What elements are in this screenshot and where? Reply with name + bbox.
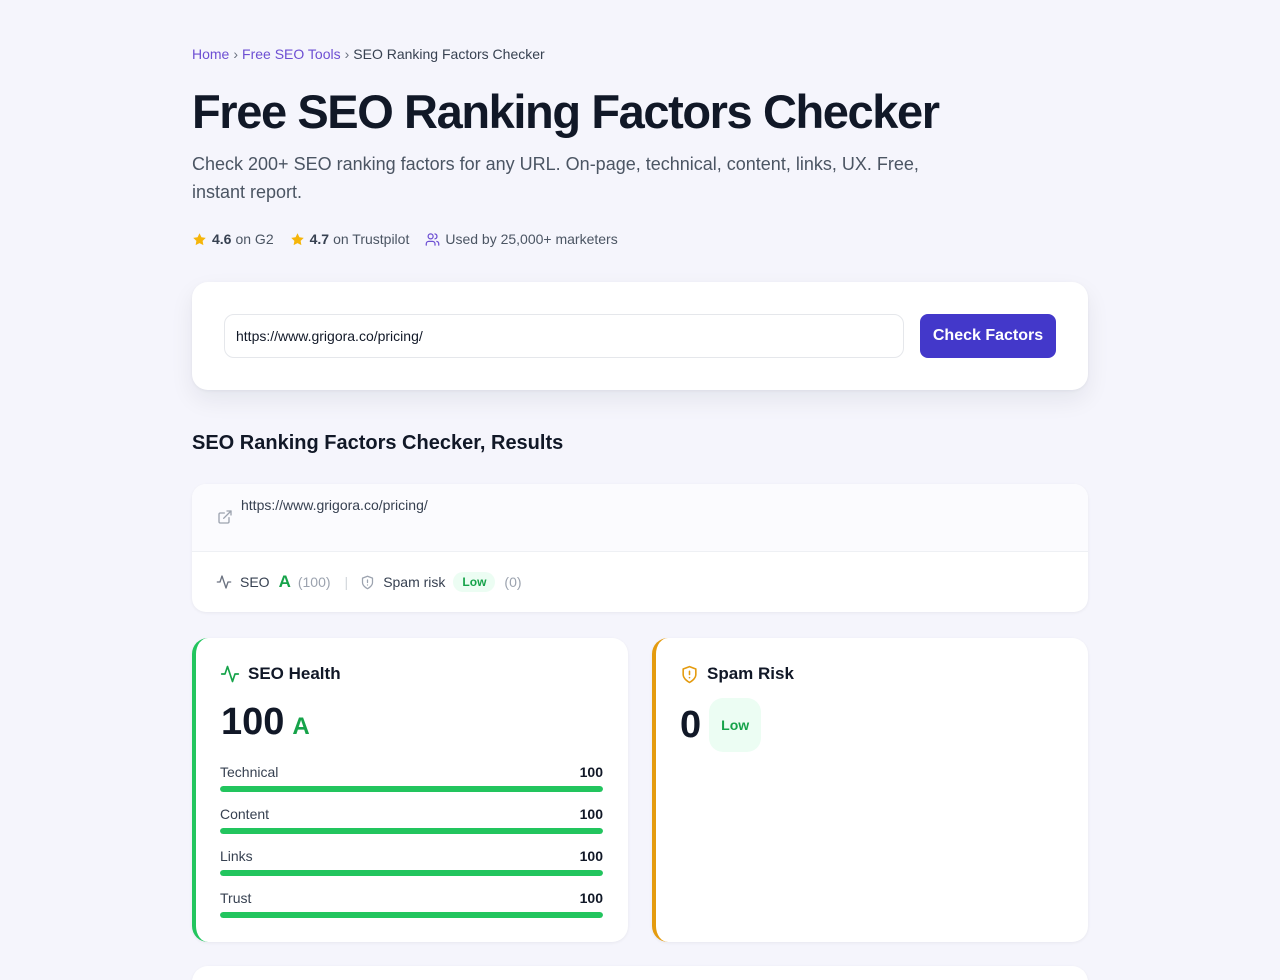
metric-progress-track — [220, 912, 603, 918]
users-icon — [425, 232, 440, 246]
url-input[interactable] — [224, 314, 904, 358]
users-label: Used by 25,000+ marketers — [445, 231, 618, 247]
g2-score: 4.6 — [212, 231, 232, 247]
breadcrumb-current: SEO Ranking Factors Checker — [353, 46, 545, 62]
shield-icon — [362, 575, 374, 589]
spam-risk-label: Spam risk — [383, 574, 446, 590]
metric-label: Trust — [220, 890, 252, 906]
seo-grade: A — [278, 572, 291, 591]
metric-trust: Trust 100 — [220, 890, 603, 918]
results-heading: SEO Ranking Factors Checker, Results — [192, 432, 564, 454]
seo-health-header: SEO Health — [220, 664, 341, 684]
metric-progress-fill — [220, 828, 603, 834]
seo-label: SEO — [240, 574, 270, 590]
metric-progress-fill — [220, 912, 603, 918]
spam-risk-level-badge: Low — [709, 698, 762, 752]
result-url-row: https://www.grigora.co/pricing/ — [192, 484, 1088, 552]
result-score-row: SEO A (100) | Spam risk Low (0) — [216, 572, 522, 592]
metric-content: Content 100 — [220, 806, 603, 834]
star-icon — [290, 232, 304, 245]
seo-health-card: SEO Health 100 A Technical 100 Content 100 … — [192, 638, 628, 942]
search-card: Check Factors — [192, 282, 1088, 390]
ratings-bar: 4.6 on G2 4.7 on Trustpilot Used by 25,0… — [192, 231, 634, 247]
g2-label: on G2 — [235, 231, 274, 247]
metric-links: Links 100 — [220, 848, 603, 876]
star-icon — [193, 232, 206, 245]
metric-label: Links — [220, 848, 253, 864]
metric-progress-track — [220, 870, 603, 876]
spam-risk-header: Spam Risk — [680, 664, 794, 684]
metric-label: Technical — [220, 764, 279, 780]
spam-risk-score-block: 0 Low — [680, 698, 762, 754]
metric-progress-fill — [220, 786, 603, 792]
spam-risk-score: 0 — [680, 704, 702, 747]
activity-icon — [220, 665, 240, 683]
seo-score: (100) — [297, 574, 331, 590]
page-subtitle: Check 200+ SEO ranking factors for any U… — [192, 154, 919, 202]
check-factors-button[interactable]: Check Factors — [920, 314, 1056, 358]
breadcrumb: Home › Free SEO Tools › SEO Ranking Factors … — [192, 46, 545, 62]
page-title: Free SEO Ranking Factors Checker — [192, 85, 940, 138]
breadcrumb-home-link[interactable]: Home — [192, 46, 229, 62]
breadcrumb-separator: › — [233, 46, 239, 62]
users-count: Used by 25,000+ marketers — [425, 231, 618, 247]
seo-health-score: 100 — [221, 701, 285, 743]
breadcrumb-separator: › — [344, 46, 350, 62]
g2-rating: 4.6 on G2 — [192, 231, 274, 247]
activity-icon — [216, 575, 232, 589]
metric-progress-track — [220, 786, 603, 792]
metric-progress-fill — [220, 870, 603, 876]
metric-value: 100 — [579, 806, 603, 822]
trustpilot-score: 4.7 — [309, 231, 330, 247]
seo-health-title: SEO Health — [248, 664, 341, 683]
result-summary-card: https://www.grigora.co/pricing/ SEO A (1… — [192, 484, 1088, 612]
seo-health-grade: A — [292, 713, 310, 740]
spam-risk-card: Spam Risk 0 Low — [652, 638, 1088, 942]
external-link-icon[interactable] — [217, 509, 233, 525]
metric-value: 100 — [579, 848, 603, 864]
result-url[interactable]: https://www.grigora.co/pricing/ — [241, 497, 428, 513]
seo-health-score-block: 100 A — [221, 700, 310, 749]
spam-risk-title: Spam Risk — [707, 664, 794, 683]
spam-level-badge: Low — [453, 572, 496, 592]
trustpilot-rating: 4.7 on Trustpilot — [290, 231, 410, 247]
metric-progress-track — [220, 828, 603, 834]
metric-value: 100 — [579, 890, 603, 906]
next-section-card — [192, 966, 1088, 980]
trustpilot-label: on Trustpilot — [333, 231, 410, 247]
spam-score: (0) — [504, 574, 522, 590]
metric-technical: Technical 100 — [220, 764, 603, 792]
shield-alert-icon — [682, 665, 697, 683]
breadcrumb-tools-link[interactable]: Free SEO Tools — [242, 46, 341, 62]
metric-value: 100 — [579, 764, 603, 780]
divider: | — [344, 574, 349, 590]
metric-label: Content — [220, 806, 270, 822]
